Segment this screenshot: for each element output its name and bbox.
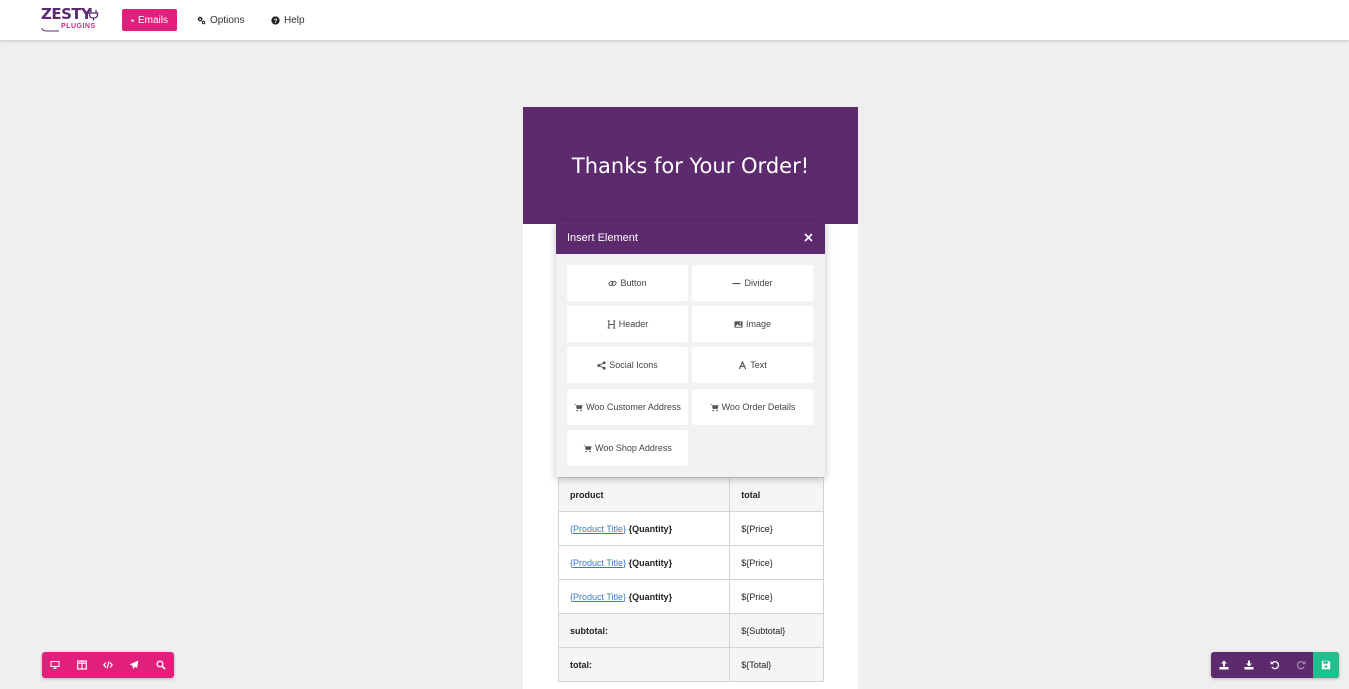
undo-button[interactable]	[1262, 652, 1288, 678]
search-icon	[156, 660, 166, 670]
order-details-table[interactable]: product total {Product Title} {Quantity}…	[557, 477, 824, 682]
question-circle-icon: ?	[271, 15, 280, 25]
download-button[interactable]	[1237, 652, 1263, 678]
insert-image-tile[interactable]: Image	[692, 306, 813, 342]
product-title-link[interactable]: {Product Title}	[570, 558, 626, 568]
subtotal-label: subtotal:	[557, 613, 731, 648]
tile-label: Button	[620, 278, 647, 288]
table-row: {Product Title} {Quantity} ${Price}	[557, 511, 824, 546]
modal-title: Insert Element	[567, 231, 638, 244]
download-icon	[1244, 660, 1254, 670]
total-row: total: ${Total}	[557, 647, 824, 682]
send-icon	[129, 660, 139, 670]
product-title-link[interactable]: {Product Title}	[570, 592, 626, 602]
upload-icon	[1219, 660, 1229, 670]
insert-woo-customer-address-tile[interactable]: Woo Customer Address	[567, 389, 688, 425]
cogs-icon	[197, 16, 206, 24]
tile-label: Social Icons	[609, 360, 658, 370]
close-icon	[803, 233, 813, 242]
insert-element-modal: Insert Element Button Divider Header Ima…	[556, 221, 825, 477]
insert-text-tile[interactable]: Text	[692, 347, 813, 383]
quantity-value: {Quantity}	[628, 523, 673, 534]
cart-icon	[709, 403, 719, 411]
logo-subtext: PLUGINS	[61, 23, 96, 30]
quantity-value: {Quantity}	[628, 591, 673, 602]
price-cell: ${Price}	[729, 545, 824, 580]
columns-icon	[76, 660, 87, 670]
save-icon	[1321, 660, 1331, 670]
undo-icon	[1270, 661, 1280, 670]
nav-help-button[interactable]: ? Help	[262, 9, 314, 31]
insert-woo-order-details-tile[interactable]: Woo Order Details	[692, 389, 813, 425]
tile-label: Image	[745, 319, 771, 329]
price-cell: ${Price}	[729, 579, 824, 614]
tile-label: Woo Order Details	[721, 402, 796, 412]
total-label: total:	[557, 647, 731, 682]
send-test-button[interactable]	[121, 652, 147, 678]
link-icon	[608, 280, 618, 286]
redo-icon	[1296, 661, 1305, 670]
tile-label: Woo Shop Address	[595, 443, 672, 453]
insert-button-tile[interactable]: Button	[567, 265, 688, 301]
quantity-value: {Quantity}	[628, 557, 673, 568]
zesty-plugins-logo[interactable]: ZESTY PLUGINS	[41, 7, 103, 33]
search-button[interactable]	[148, 652, 174, 678]
tile-label: Woo Customer Address	[586, 402, 681, 412]
envelope-icon	[131, 19, 134, 22]
insert-header-tile[interactable]: Header	[567, 306, 688, 342]
product-cell: {Product Title} {Quantity}	[557, 511, 731, 546]
subtotal-value: ${Subtotal}	[729, 613, 824, 648]
table-header-row: product total	[557, 477, 824, 512]
table-row: {Product Title} {Quantity} ${Price}	[557, 579, 824, 614]
insert-social-icons-tile[interactable]: Social Icons	[567, 347, 688, 383]
total-value: ${Total}	[729, 647, 824, 682]
product-cell: {Product Title} {Quantity}	[557, 545, 731, 580]
cart-icon	[574, 403, 583, 411]
plug-icon	[88, 10, 99, 21]
save-button[interactable]	[1313, 652, 1339, 678]
nav-options-label: Options	[210, 14, 245, 26]
code-icon	[102, 661, 113, 669]
insert-woo-shop-address-tile[interactable]: Woo Shop Address	[567, 430, 688, 466]
subtotal-row: subtotal: ${Subtotal}	[557, 613, 824, 648]
heading-icon	[607, 319, 616, 329]
upload-button[interactable]	[1211, 652, 1237, 678]
code-view-button[interactable]	[95, 652, 121, 678]
desktop-icon	[50, 661, 60, 669]
insert-divider-tile[interactable]: Divider	[692, 265, 813, 301]
top-navbar: ZESTY PLUGINS Emails Options ? Help	[0, 0, 1349, 40]
image-icon	[734, 320, 743, 328]
view-toolbar	[42, 652, 174, 678]
share-icon	[597, 360, 606, 370]
cart-icon	[583, 444, 592, 452]
tile-label: Text	[750, 360, 767, 370]
email-heading: Thanks for Your Order!	[571, 153, 810, 178]
nav-emails-button[interactable]: Emails	[122, 9, 177, 31]
file-toolbar	[1211, 652, 1339, 678]
column-header-product: product	[557, 477, 731, 512]
nav-emails-label: Emails	[137, 14, 168, 26]
svg-text:?: ?	[274, 18, 278, 25]
nav-options-button[interactable]: Options	[188, 9, 253, 31]
tile-label: Divider	[744, 278, 773, 288]
nav-help-label: Help	[284, 14, 305, 26]
product-title-link[interactable]: {Product Title}	[570, 524, 626, 534]
layout-button[interactable]	[68, 652, 94, 678]
minus-icon	[732, 282, 742, 284]
column-header-total: total	[729, 477, 824, 512]
close-button[interactable]	[801, 231, 815, 245]
modal-header: Insert Element	[556, 221, 825, 254]
price-cell: ${Price}	[729, 511, 824, 546]
font-icon	[739, 360, 747, 369]
desktop-preview-button[interactable]	[42, 652, 68, 678]
product-cell: {Product Title} {Quantity}	[557, 579, 731, 614]
table-row: {Product Title} {Quantity} ${Price}	[557, 545, 824, 580]
redo-button[interactable]	[1288, 652, 1314, 678]
email-header-block[interactable]: Thanks for Your Order!	[523, 107, 858, 224]
tile-label: Header	[618, 319, 649, 329]
